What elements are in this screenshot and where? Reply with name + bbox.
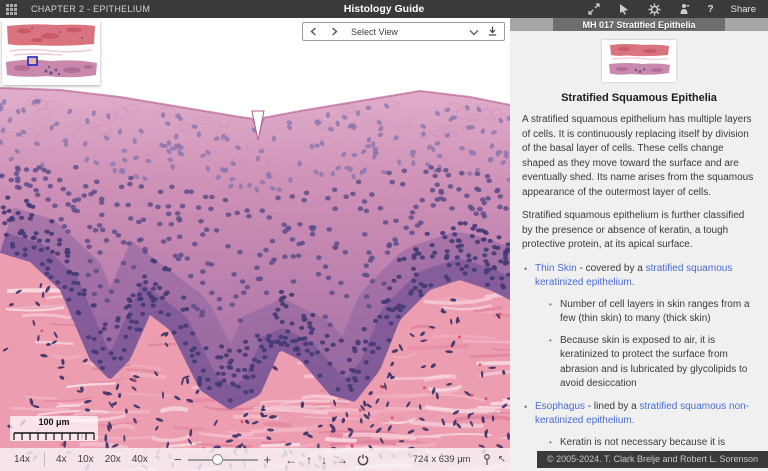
sub-item: Because skin is exposed to air, it is ke… <box>547 334 756 392</box>
copyright-bar: © 2005-2024. T. Clark Brelje and Robert … <box>537 451 768 468</box>
download-view-icon[interactable] <box>488 23 497 41</box>
pan-controls: ← ↑ ↓ → <box>285 454 348 466</box>
pointer-icon[interactable] <box>618 3 631 16</box>
slide-overview-thumbnail[interactable] <box>2 20 100 85</box>
reset-view-icon[interactable] <box>357 454 369 466</box>
settings-gear-icon[interactable] <box>647 2 661 16</box>
topbar-actions: ? Share <box>588 2 768 16</box>
slide-viewer[interactable]: Select View 100 μm 14x 4x 10x 20x 40x − … <box>0 18 510 471</box>
topbar: CHAPTER 2 - EPITHELIUM Histology Guide ?… <box>0 0 768 18</box>
list-item-thin-skin: Thin Skin - covered by a stratified squa… <box>522 262 756 392</box>
list-item-lead: Esophagus - lined by a stratified squamo… <box>535 401 749 427</box>
fullscreen-icon[interactable] <box>588 3 601 16</box>
text-segment: - lined by a <box>585 400 640 412</box>
zoom-out-button[interactable]: − <box>174 453 182 466</box>
list-item-lead: Thin Skin - covered by a stratified squa… <box>535 263 732 289</box>
zoom-presets: 4x 10x 20x 40x <box>56 454 148 465</box>
paragraph: A stratified squamous epithelium has mul… <box>522 114 754 198</box>
breadcrumb-chapter[interactable]: CHAPTER 2 - EPITHELIUM <box>31 4 150 14</box>
sidebar-header: MH 017 Stratified Epithelia <box>510 18 768 31</box>
pan-down-button[interactable]: ↓ <box>321 454 327 466</box>
histology-slide-image[interactable] <box>0 18 510 471</box>
zoom-in-button[interactable]: + <box>264 453 272 466</box>
article-heading: Stratified Squamous Epithelia <box>561 92 717 104</box>
zoom-slider[interactable] <box>187 453 258 466</box>
zoom-preset-4x[interactable]: 4x <box>56 454 67 465</box>
view-selector-label[interactable]: Select View <box>351 27 469 37</box>
apps-grid-icon[interactable] <box>6 3 17 15</box>
sidebar-slide-thumbnail[interactable] <box>602 40 676 82</box>
paragraph: Stratified squamous epithelium is furthe… <box>522 210 745 250</box>
article-body: A stratified squamous epithelium has mul… <box>510 113 768 471</box>
pan-up-button[interactable]: ↑ <box>306 454 312 466</box>
slide-id-title: MH 017 Stratified Epithelia <box>582 19 696 30</box>
presenter-icon[interactable] <box>678 3 691 16</box>
view-selector[interactable]: Select View <box>302 22 505 41</box>
info-sidebar: MH 017 Stratified Epithelia Stratified S… <box>510 18 768 471</box>
inline-link[interactable]: Esophagus <box>535 401 585 412</box>
view-dimensions: 724 x 639 μm <box>412 454 471 465</box>
scale-bar: 100 μm <box>10 416 98 441</box>
pan-right-button[interactable]: → <box>336 454 348 466</box>
topic-list: Thin Skin - covered by a stratified squa… <box>522 262 756 465</box>
viewport-indicator[interactable] <box>27 56 38 66</box>
chevron-down-icon[interactable] <box>469 23 479 41</box>
sub-item: Number of cell layers in skin ranges fro… <box>547 298 756 327</box>
location-pin-icon[interactable] <box>483 453 491 466</box>
next-view-icon[interactable] <box>324 27 345 36</box>
zoom-preset-20x[interactable]: 20x <box>105 454 121 465</box>
zoom-preset-40x[interactable]: 40x <box>132 454 148 465</box>
inline-link[interactable]: Thin Skin <box>535 263 577 274</box>
prev-view-icon[interactable] <box>303 27 324 36</box>
current-zoom-level[interactable]: 14x <box>0 454 44 465</box>
help-icon[interactable]: ? <box>708 4 714 15</box>
viewer-statusbar: 14x 4x 10x 20x 40x − + ← ↑ ↓ → 724 x 639… <box>0 448 510 471</box>
zoom-preset-10x[interactable]: 10x <box>78 454 94 465</box>
scale-bar-label: 100 μm <box>38 417 70 427</box>
share-button[interactable]: Share <box>731 4 756 15</box>
pan-left-button[interactable]: ← <box>285 454 297 466</box>
text-segment: - covered by a <box>576 262 646 274</box>
scale-bar-ruler <box>13 432 95 440</box>
cursor-nw-icon[interactable]: ↖ <box>498 454 506 465</box>
zoom-slider-handle[interactable] <box>211 454 223 465</box>
